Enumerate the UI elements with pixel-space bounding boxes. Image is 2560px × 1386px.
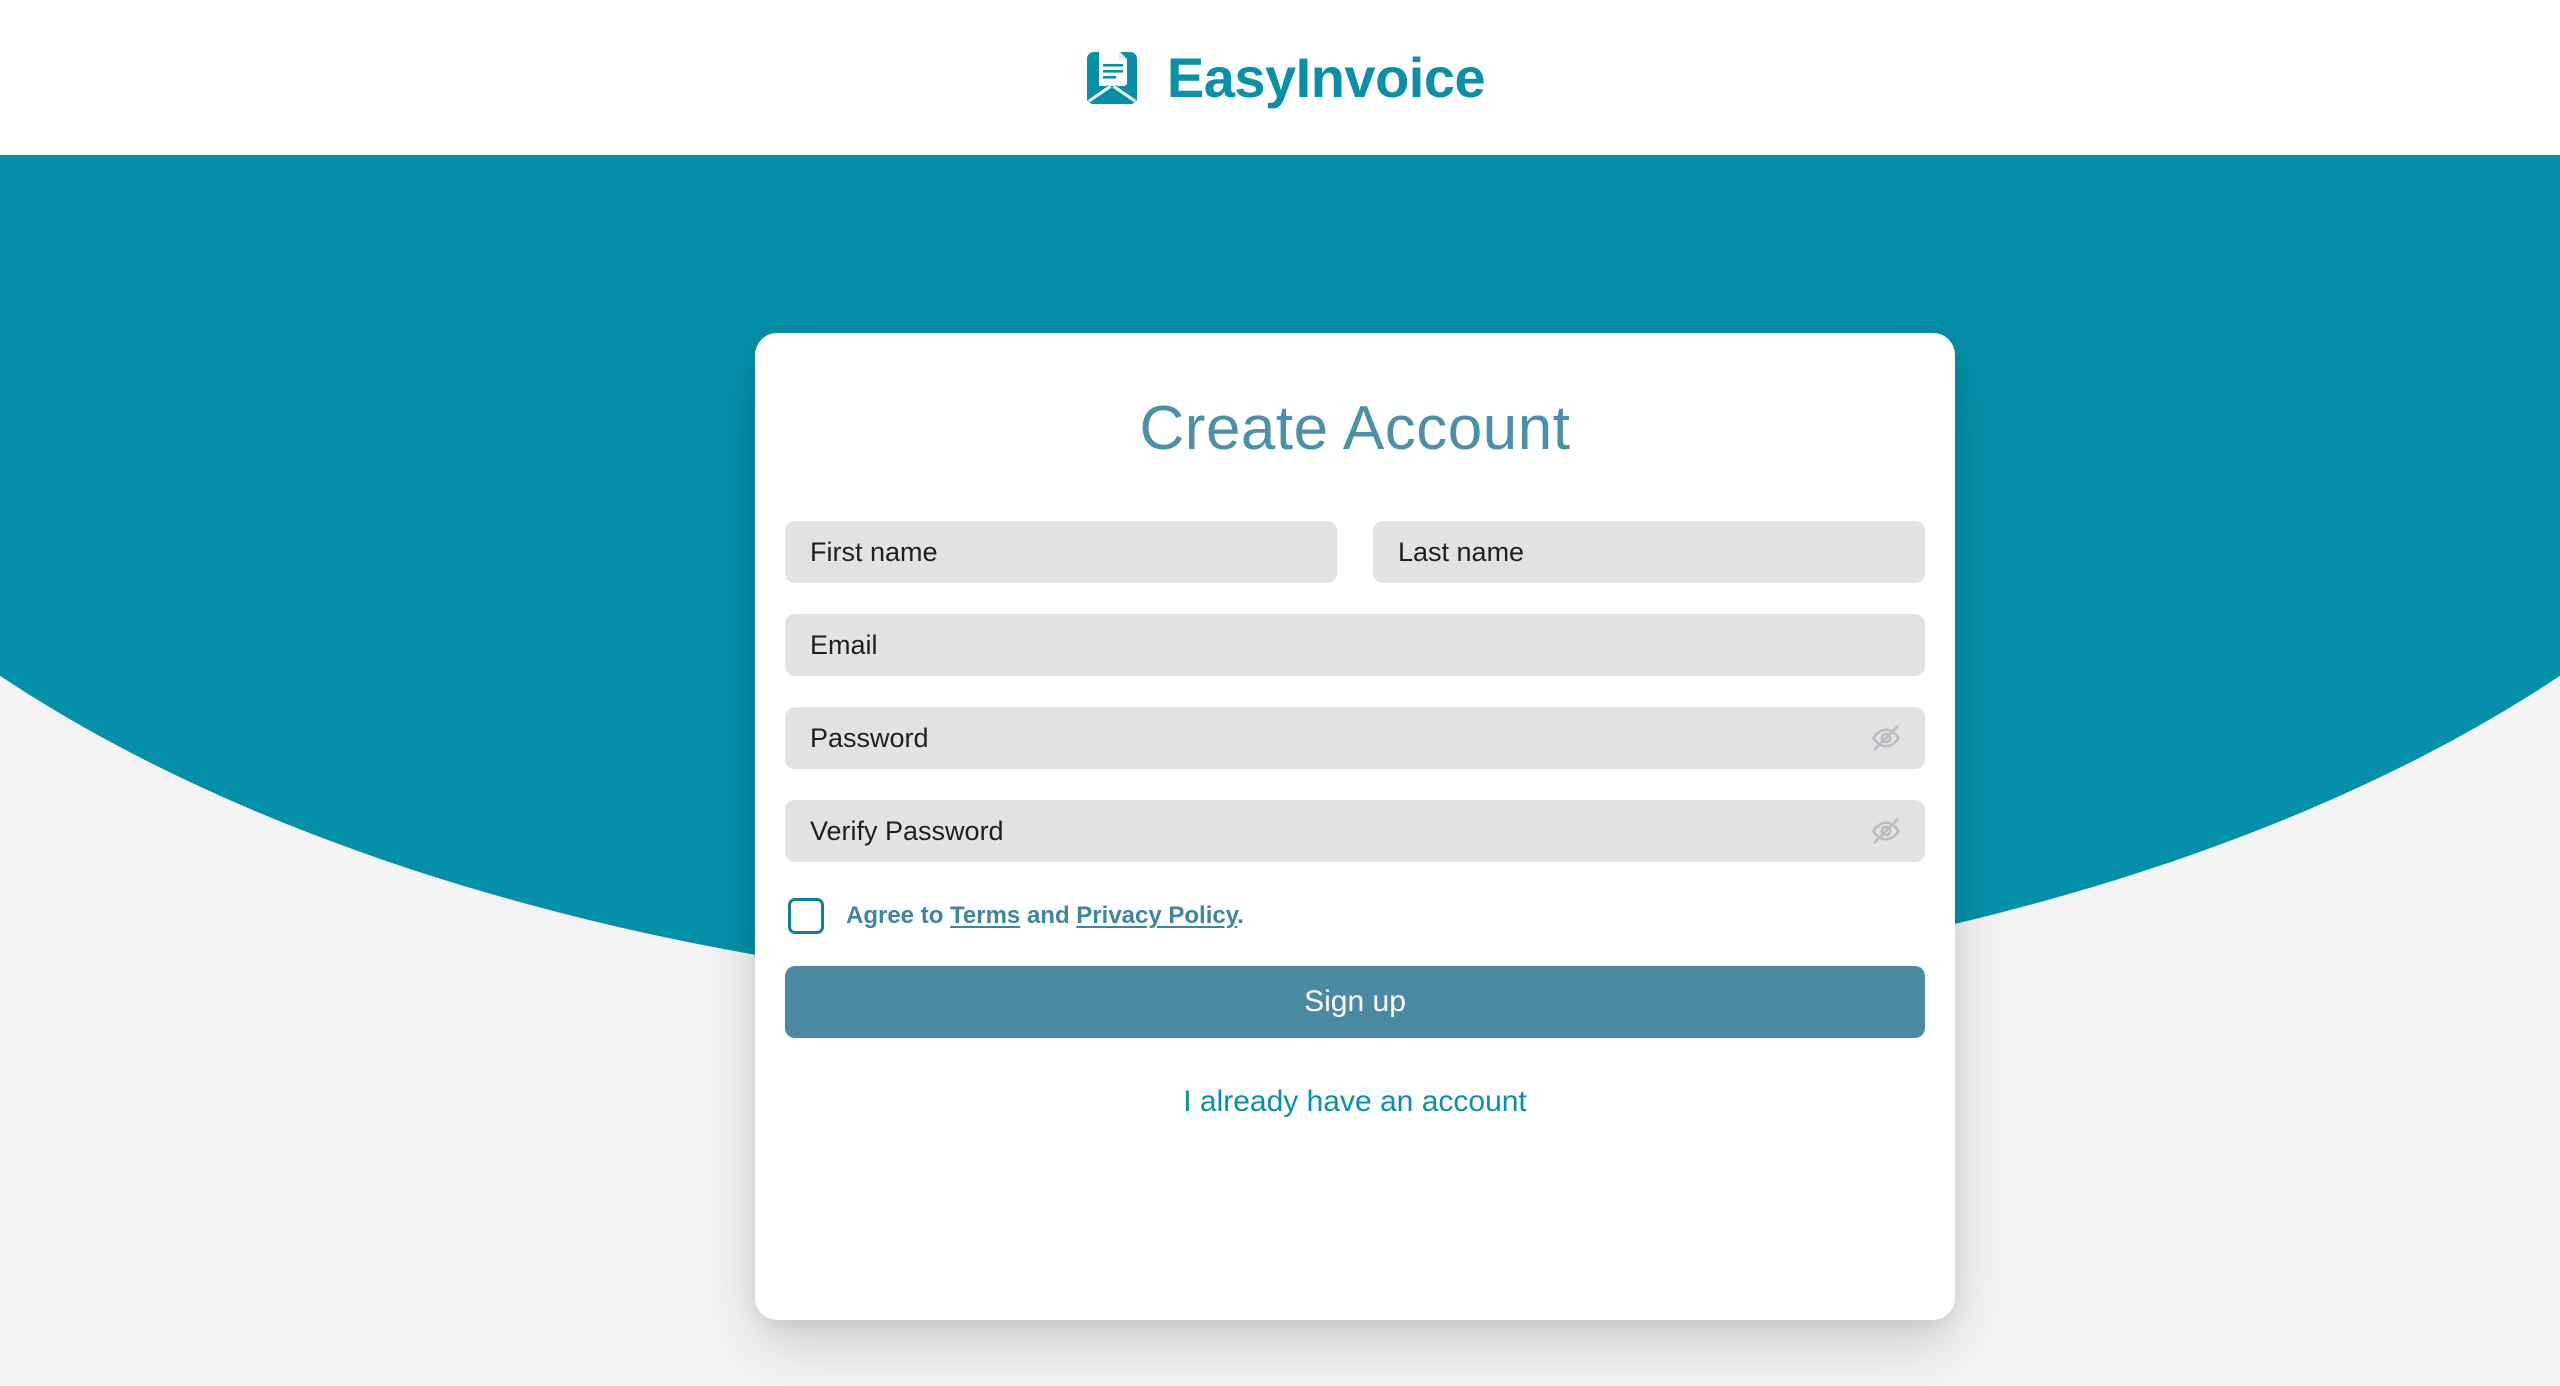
password-input[interactable]: [785, 722, 1925, 754]
page-title: Create Account: [1139, 394, 1571, 463]
brand-name: EasyInvoice: [1166, 45, 1486, 109]
last-name-field[interactable]: [1373, 521, 1925, 584]
verify-password-row: [785, 800, 1925, 863]
verify-password-field[interactable]: [785, 800, 1925, 863]
terms-prefix-text: Agree to: [846, 902, 951, 930]
email-row: [785, 614, 1925, 677]
app-header: EasyInvoice: [0, 0, 2560, 155]
email-input[interactable]: [785, 629, 1925, 661]
password-visibility-toggle[interactable]: [1869, 721, 1903, 755]
envelope-document-icon: [1075, 41, 1149, 115]
signup-form: Agree to Terms and Privacy Policy. Sign …: [785, 521, 1925, 1139]
verify-password-visibility-toggle[interactable]: [1869, 814, 1903, 848]
password-row: [785, 707, 1925, 770]
signup-card: Create Account First name Last name Emai…: [755, 333, 1955, 1320]
existing-account-button[interactable]: I already have an account: [785, 1066, 1925, 1139]
password-field[interactable]: [785, 707, 1925, 770]
first-name-field[interactable]: [785, 521, 1337, 584]
privacy-policy-link[interactable]: Privacy Policy: [1076, 902, 1237, 929]
terms-agreement-label: Agree to Terms and Privacy Policy.: [846, 904, 1244, 928]
first-name-input[interactable]: [785, 536, 1337, 568]
terms-suffix-text: .: [1237, 902, 1244, 930]
terms-link[interactable]: Terms: [950, 902, 1020, 929]
agree-terms-checkbox[interactable]: [788, 898, 824, 935]
terms-agreement-row: Agree to Terms and Privacy Policy.: [785, 898, 1925, 935]
name-row: [785, 521, 1925, 584]
last-name-input[interactable]: [1373, 536, 1925, 568]
brand-logo-group[interactable]: EasyInvoice: [1075, 41, 1486, 115]
sign-up-button[interactable]: Sign up: [785, 966, 1925, 1039]
eye-off-icon: [1870, 722, 1902, 754]
email-field[interactable]: [785, 614, 1925, 677]
terms-middle-text: and: [1020, 902, 1077, 930]
eye-off-icon: [1870, 815, 1902, 847]
verify-password-input[interactable]: [785, 815, 1925, 847]
